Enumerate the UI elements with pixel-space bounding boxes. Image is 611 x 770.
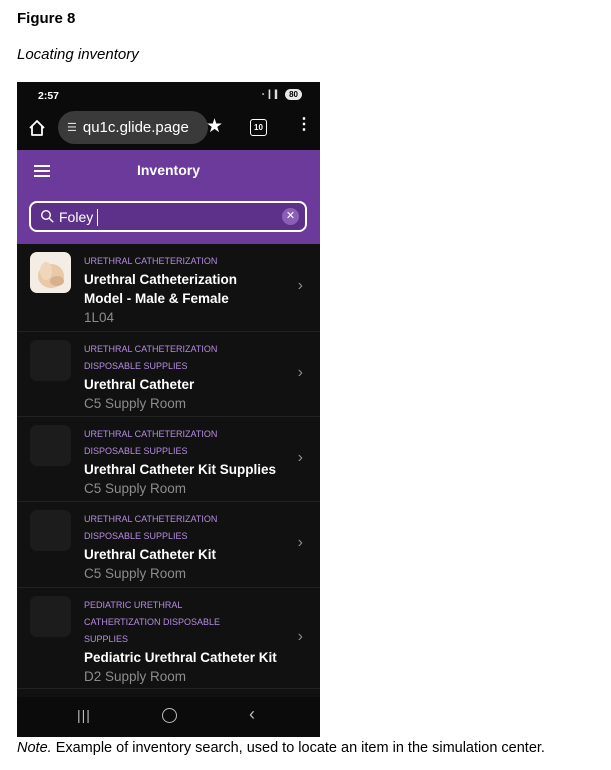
browser-toolbar: ☰ qu1c.glide.page ★ 10 ⋮ [17,108,320,150]
item-name: Urethral Catheterization [84,272,238,287]
item-category: CATHERTIZATION DISPOSABLE [84,617,221,627]
tab-count: 10 [254,123,263,132]
more-options-icon[interactable]: ⋮ [296,117,312,133]
text-caret [97,209,98,226]
chevron-right-icon: › [297,534,303,551]
recents-icon[interactable]: ||| [77,707,91,723]
tabs-button[interactable]: 10 [250,119,267,136]
figure-title: Locating inventory [17,46,139,63]
search-icon [40,209,54,223]
list-item[interactable]: URETHRAL CATHETERIZATION DISPOSABLE SUPPL… [17,502,320,588]
clear-search-icon[interactable]: ✕ [282,208,299,225]
item-category: URETHRAL CATHETERIZATION [84,344,218,354]
item-category: URETHRAL CATHETERIZATION [84,514,218,524]
item-text: URETHRAL CATHETERIZATION DISPOSABLE SUPPL… [84,511,294,583]
figure-note: Note. Example of inventory search, used … [17,740,545,756]
bookmark-star-icon[interactable]: ★ [206,115,223,138]
url-text: qu1c.glide.page [82,119,189,136]
status-icons: ◔ ▎▍ 80 [260,89,302,100]
item-name: Model - Male & Female [84,291,229,306]
item-name: Urethral Catheter Kit [84,547,217,562]
item-name: Urethral Catheter [84,377,195,392]
item-thumbnail-placeholder [30,510,71,551]
item-name: Urethral Catheter Kit Supplies [84,462,277,477]
list-item[interactable]: PEDIATRIC URETHRAL CATHERTIZATION DISPOSA… [17,588,320,689]
status-bar: 2:57 ◔ ▎▍ 80 [17,82,320,108]
item-name: Pediatric Urethral Catheter Kit [84,650,277,665]
site-settings-icon[interactable]: ☰ [67,121,77,134]
item-text: URETHRAL CATHETERIZATION Urethral Cathete… [84,253,294,327]
list-item[interactable]: URETHRAL CATHETERIZATION Urethral Cathete… [17,244,320,332]
item-category: DISPOSABLE SUPPLIES [84,446,188,456]
chevron-right-icon: › [297,448,303,466]
item-category: PEDIATRIC URETHRAL [84,600,183,610]
item-text: URETHRAL CATHETERIZATION DISPOSABLE SUPPL… [84,426,294,498]
item-location: C5 Supply Room [84,566,187,581]
status-time: 2:57 [38,90,60,102]
item-thumbnail [30,252,71,293]
chevron-right-icon: › [297,627,303,645]
item-thumbnail-placeholder [30,425,71,466]
item-location: 1L04 [84,310,115,325]
item-category: DISPOSABLE SUPPLIES [84,361,188,371]
results-list: URETHRAL CATHETERIZATION Urethral Cathete… [17,244,320,689]
item-category: DISPOSABLE SUPPLIES [84,531,188,541]
page-title: Inventory [136,162,200,178]
item-thumbnail-placeholder [30,340,71,381]
address-bar[interactable]: ☰ qu1c.glide.page [58,111,208,144]
chevron-right-icon: › [297,363,303,381]
note-prefix: Note. [17,740,52,756]
item-location: C5 Supply Room [84,396,187,411]
list-item[interactable]: URETHRAL CATHETERIZATION DISPOSABLE SUPPL… [17,417,320,502]
item-category: SUPPLIES [84,634,129,644]
figure-label: Figure 8 [17,10,76,27]
chevron-right-icon: › [297,277,303,294]
battery-icon: 80 [285,89,302,100]
system-nav-bar: ||| ‹ [17,697,320,737]
item-text: URETHRAL CATHETERIZATION DISPOSABLE SUPPL… [84,341,294,413]
item-thumbnail-placeholder [30,596,71,637]
item-text: PEDIATRIC URETHRAL CATHERTIZATION DISPOSA… [84,597,294,686]
signal-icon: ▎▍ [268,90,282,99]
item-location: C5 Supply Room [84,481,187,496]
app-header: Inventory [17,150,320,192]
wifi-icon: ◔ [259,90,265,99]
list-item[interactable]: URETHRAL CATHETERIZATION DISPOSABLE SUPPL… [17,332,320,417]
nav-home-icon[interactable] [162,708,177,723]
phone-screenshot: 2:57 ◔ ▎▍ 80 ☰ qu1c.glide.page ★ 10 ⋮ In… [17,82,320,737]
item-category: URETHRAL CATHETERIZATION [84,256,218,266]
item-category: URETHRAL CATHETERIZATION [84,429,218,439]
item-location: D2 Supply Room [84,669,187,684]
home-icon[interactable] [27,118,47,138]
back-icon[interactable]: ‹ [249,704,255,725]
search-box[interactable]: ✕ [29,201,307,232]
note-text: Example of inventory search, used to loc… [51,740,545,756]
search-input[interactable] [59,208,259,226]
search-area: ✕ [17,192,320,244]
